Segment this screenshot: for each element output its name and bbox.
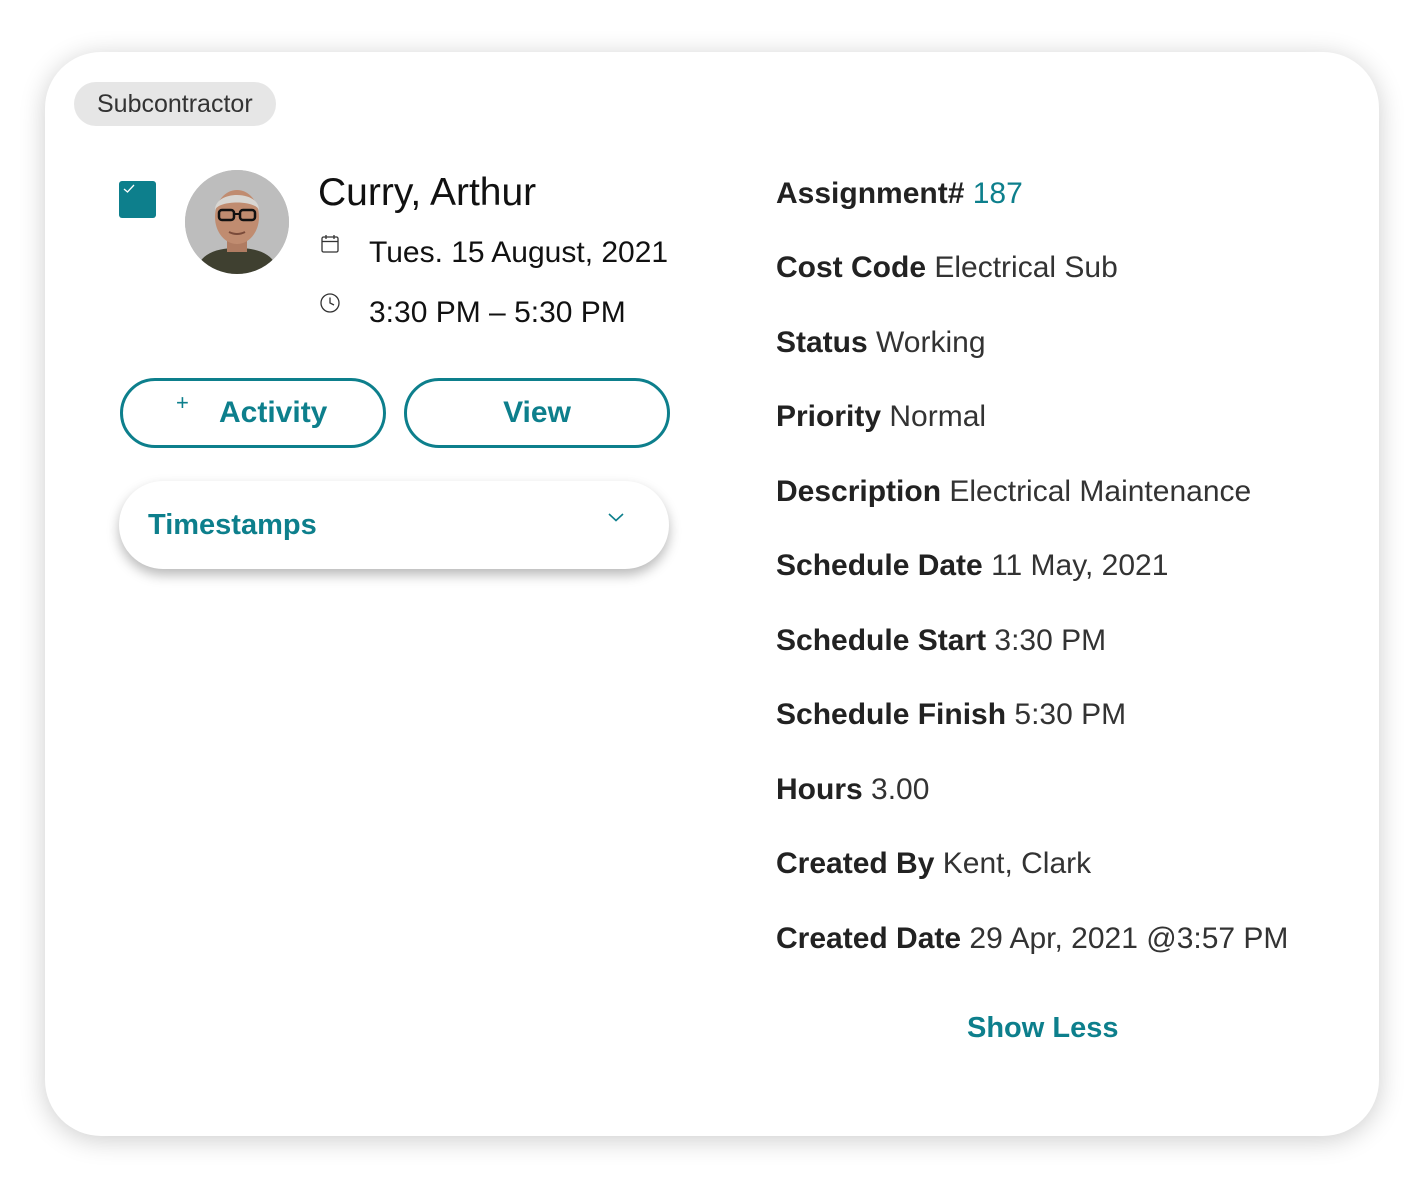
detail-description: Description Electrical Maintenance bbox=[776, 474, 1251, 510]
add-activity-label: Activity bbox=[219, 396, 328, 429]
chevron-down-icon bbox=[608, 513, 624, 522]
detail-value: Kent, Clark bbox=[942, 847, 1092, 880]
detail-cost-code: Cost Code Electrical Sub bbox=[776, 250, 1118, 286]
detail-status: Status Working bbox=[776, 325, 986, 361]
detail-label: Cost Code bbox=[776, 251, 926, 284]
detail-schedule-finish: Schedule Finish 5:30 PM bbox=[776, 697, 1126, 733]
assignment-number-link[interactable]: 187 bbox=[973, 177, 1023, 210]
detail-label: Assignment# bbox=[776, 177, 965, 210]
detail-priority: Priority Normal bbox=[776, 399, 986, 435]
detail-label: Priority bbox=[776, 400, 882, 433]
check-icon bbox=[123, 184, 135, 193]
detail-created-by: Created By Kent, Clark bbox=[776, 846, 1091, 882]
detail-label: Description bbox=[776, 475, 942, 508]
select-checkbox[interactable] bbox=[119, 181, 156, 218]
view-button[interactable]: View bbox=[404, 378, 670, 448]
detail-value: Electrical Maintenance bbox=[949, 475, 1252, 508]
detail-value: Normal bbox=[889, 400, 987, 433]
detail-schedule-date: Schedule Date 11 May, 2021 bbox=[776, 548, 1168, 584]
detail-label: Status bbox=[776, 326, 868, 359]
detail-label: Created By bbox=[776, 847, 935, 880]
timestamps-label: Timestamps bbox=[148, 509, 317, 541]
detail-value: 5:30 PM bbox=[1014, 698, 1127, 731]
subcontractor-tag: Subcontractor bbox=[74, 82, 276, 126]
show-less-link[interactable]: Show Less bbox=[967, 1010, 1119, 1046]
detail-label: Created Date bbox=[776, 922, 962, 955]
plus-icon: + bbox=[176, 390, 189, 415]
detail-hours: Hours 3.00 bbox=[776, 772, 929, 808]
assignment-time: 3:30 PM – 5:30 PM bbox=[369, 296, 626, 329]
calendar-icon bbox=[321, 235, 339, 253]
detail-created-date: Created Date 29 Apr, 2021 @3:57 PM bbox=[776, 921, 1288, 957]
assignment-date: Tues. 15 August, 2021 bbox=[369, 236, 669, 269]
detail-label: Hours bbox=[776, 773, 863, 806]
detail-label: Schedule Date bbox=[776, 549, 983, 582]
avatar bbox=[185, 170, 289, 274]
detail-label: Schedule Start bbox=[776, 624, 987, 657]
detail-value: Working bbox=[876, 326, 986, 359]
detail-value: Electrical Sub bbox=[934, 251, 1118, 284]
detail-schedule-start: Schedule Start 3:30 PM bbox=[776, 623, 1106, 659]
detail-label: Schedule Finish bbox=[776, 698, 1007, 731]
timestamps-dropdown[interactable]: Timestamps bbox=[119, 481, 669, 569]
detail-value: 3.00 bbox=[871, 773, 930, 806]
person-name: Curry, Arthur bbox=[318, 171, 537, 214]
detail-assignment: Assignment# 187 bbox=[776, 176, 1023, 212]
clock-icon bbox=[320, 293, 340, 313]
detail-value: 3:30 PM bbox=[994, 624, 1107, 657]
detail-value: 11 May, 2021 bbox=[991, 549, 1169, 582]
detail-value: 29 Apr, 2021 @3:57 PM bbox=[969, 922, 1289, 955]
